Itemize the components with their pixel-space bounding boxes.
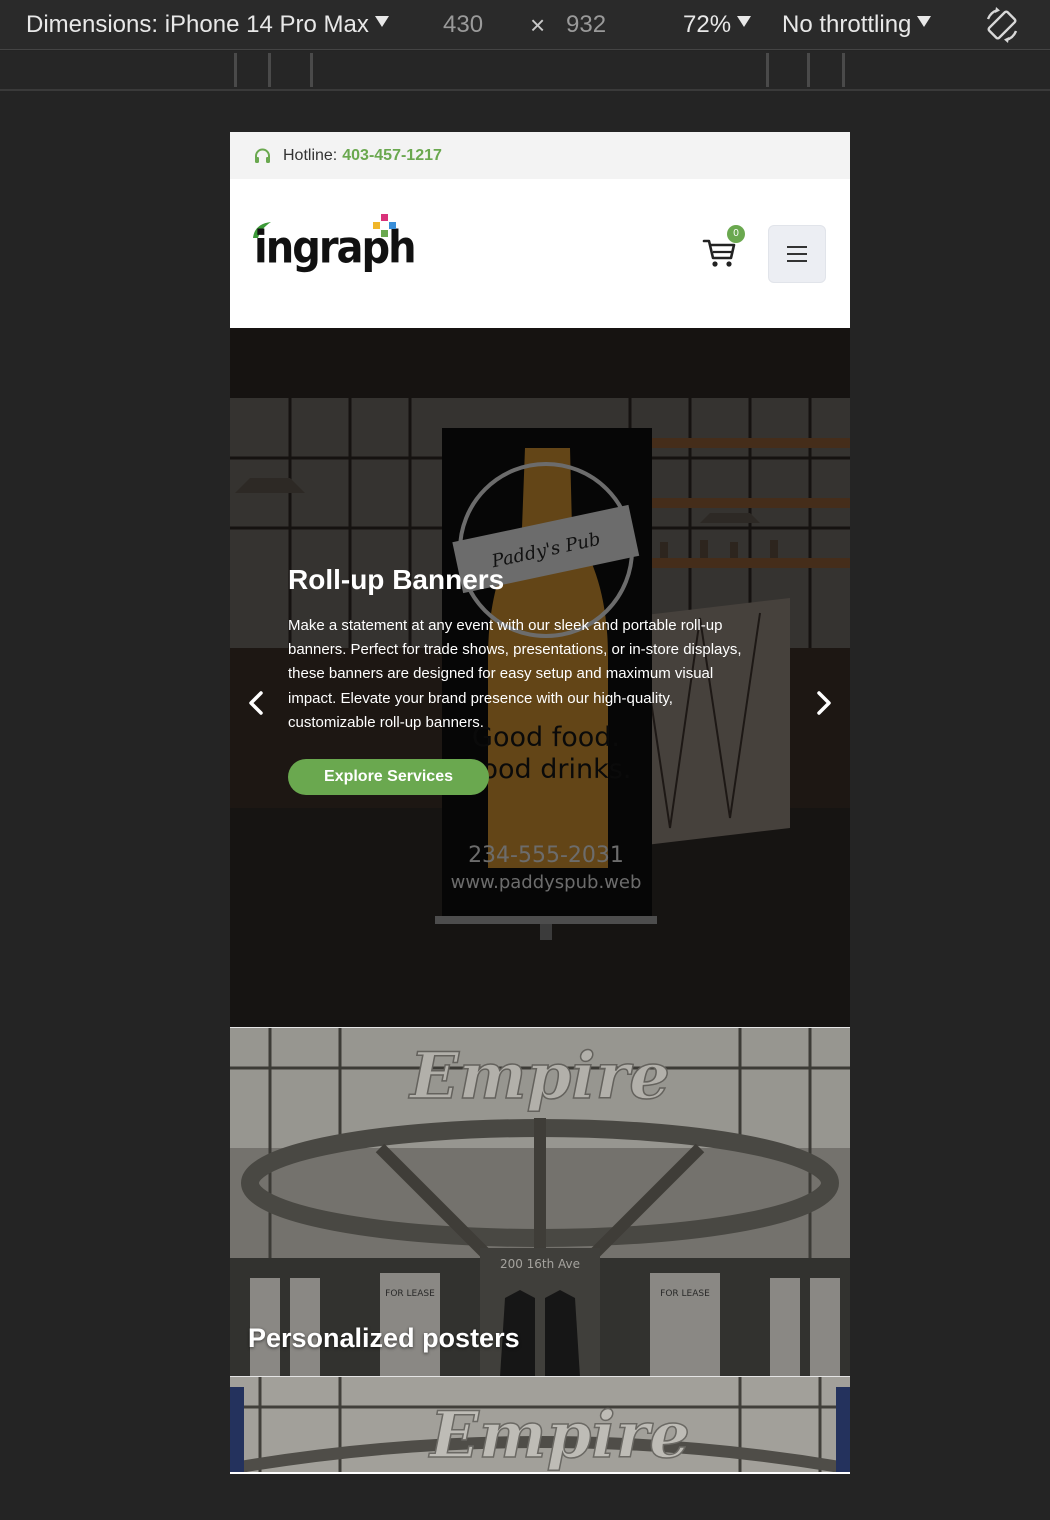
headset-icon (254, 148, 271, 164)
ruler-tick[interactable] (766, 53, 769, 87)
hero-content: Roll-up Banners Make a statement at any … (288, 564, 744, 796)
hamburger-menu-button[interactable] (768, 224, 826, 283)
media-query-ruler (0, 51, 1050, 91)
ruler-tick[interactable] (234, 53, 237, 87)
logo[interactable]: ingraph (252, 213, 417, 289)
explore-services-button[interactable]: Explore Services (288, 759, 489, 796)
ruler-tick[interactable] (268, 53, 271, 87)
cart-button[interactable]: 0 (702, 224, 745, 274)
hero-slider: Paddy's Pub Good food. Good drinks. 234-… (230, 328, 850, 1027)
device-viewport: Hotline: 403-457-1217 ingraph 0 Roll-up … (230, 132, 850, 1474)
chevron-down-icon (917, 15, 932, 27)
chevron-right-icon (817, 691, 831, 715)
rotate-button[interactable] (982, 0, 1022, 50)
hotline-label: Hotline: (283, 146, 338, 164)
ruler-tick[interactable] (842, 53, 845, 87)
throttling-select-label: No throttling (782, 11, 912, 38)
slider-next-button[interactable] (808, 688, 838, 718)
ruler-tick[interactable] (807, 53, 810, 87)
service-card-title: Personalized posters (248, 1323, 520, 1353)
slider-prev-button[interactable] (242, 688, 272, 718)
ruler-tick[interactable] (310, 53, 313, 87)
width-input[interactable]: 430 (443, 0, 483, 50)
color-cross-icon (373, 213, 396, 237)
header-actions: 0 (702, 224, 826, 283)
hero-description: Make a statement at any event with our s… (288, 617, 742, 731)
service-card-image: Empire (230, 1377, 850, 1472)
rotate-icon (986, 7, 1018, 43)
dimension-separator: × (530, 9, 546, 40)
hotline-number[interactable]: 403-457-1217 (342, 147, 442, 165)
device-select[interactable]: Dimensions: iPhone 14 Pro Max (26, 0, 389, 50)
chevron-down-icon (737, 15, 752, 27)
menu-icon (787, 259, 807, 262)
zoom-select[interactable]: 72% (683, 0, 752, 50)
menu-icon (787, 245, 807, 248)
height-input[interactable]: 932 (566, 0, 606, 50)
service-card[interactable]: Empire (230, 1376, 850, 1472)
chevron-down-icon (374, 15, 389, 27)
zoom-select-label: 72% (683, 11, 732, 38)
site-header: ingraph 0 (230, 179, 850, 328)
hero-title: Roll-up Banners (288, 564, 505, 595)
chevron-left-icon (249, 691, 263, 715)
devtools-toolbar: Dimensions: iPhone 14 Pro Max 430 × 932 … (0, 0, 1050, 50)
cart-count-badge: 0 (727, 224, 745, 243)
hotline-bar: Hotline: 403-457-1217 (230, 132, 850, 179)
device-select-label: Dimensions: iPhone 14 Pro Max (26, 11, 369, 38)
menu-icon (787, 252, 807, 255)
throttling-select[interactable]: No throttling (782, 0, 932, 50)
service-card-personalized-posters[interactable]: Empire 200 16th Ave FOR LEASE FOR LEASE … (230, 1027, 850, 1376)
